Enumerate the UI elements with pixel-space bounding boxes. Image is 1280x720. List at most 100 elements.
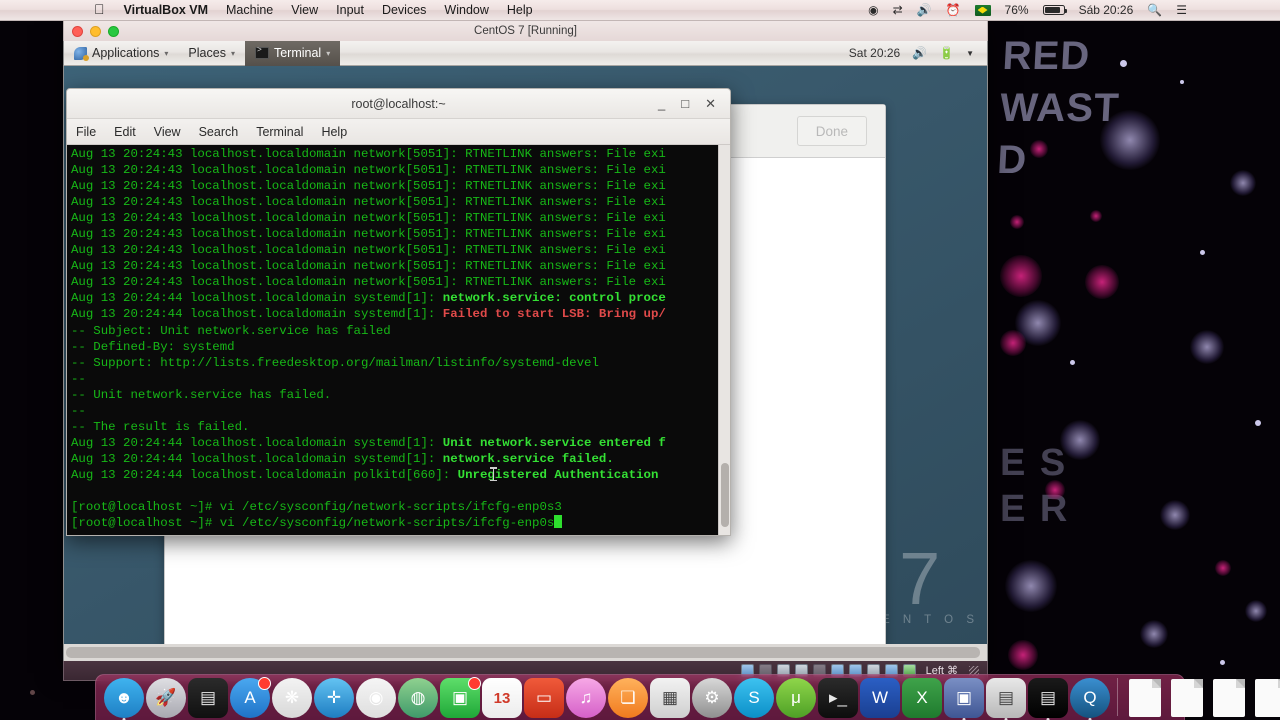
done-button[interactable]: Done — [796, 116, 867, 146]
dock-icon-document-2[interactable] — [1167, 678, 1207, 718]
brazil-flag-icon[interactable] — [968, 0, 998, 21]
terminal-text: Aug 13 20:24:44 localhost.localdomain po… — [71, 467, 458, 482]
terminal-menu-terminal[interactable]: Terminal — [247, 119, 312, 145]
dock-icon-microsoft-word[interactable]: W — [860, 678, 900, 718]
terminal-cursor — [554, 515, 563, 529]
terminal-scrollbar-thumb[interactable] — [721, 463, 729, 527]
dock-icon-virtualbox[interactable]: ▣ — [944, 678, 984, 720]
volume-icon[interactable]: 🔊 — [910, 0, 939, 21]
menu-help[interactable]: Help — [498, 0, 542, 21]
dock-icon-photo-booth[interactable]: ▦ — [650, 678, 690, 718]
airdrop-icon[interactable]: ⇄ — [886, 0, 910, 21]
dock-icon-app-store[interactable]: A — [230, 677, 271, 718]
wallpaper-pink-splat — [1085, 265, 1119, 299]
app-store-icon: A — [244, 688, 256, 707]
record-icon[interactable]: ◉ — [861, 0, 885, 21]
wallpaper-pink-splat — [1000, 330, 1026, 356]
wallpaper-pink-splat — [1010, 215, 1024, 229]
chevron-down-icon[interactable]: ▼ — [961, 49, 979, 58]
apple-logo-icon[interactable]:  — [80, 0, 115, 21]
terminal-line: -- Support: http://lists.freedesktop.org… — [71, 355, 730, 371]
terminal-menu-edit[interactable]: Edit — [105, 119, 145, 145]
text-cursor-icon — [490, 467, 497, 481]
terminal-title-bar[interactable]: root@localhost:~ _ □ ✕ — [67, 89, 730, 119]
dock-icon-calendar[interactable]: 13 — [482, 678, 522, 718]
dock-icon-facetime[interactable]: ▣ — [440, 677, 481, 718]
applications-label: Applications — [92, 46, 160, 60]
facetime-icon: ▣ — [451, 688, 469, 707]
dock-icon-system-preferences[interactable]: ⚙ — [692, 678, 732, 718]
terminal-text: -- The result is failed. — [71, 419, 250, 434]
notification-center-icon[interactable]: ☰ — [1169, 0, 1194, 21]
dock-icon-google-chrome[interactable]: ◉ — [356, 678, 396, 718]
dock-icon-maps[interactable]: ◍ — [398, 678, 438, 718]
wallpaper-glow — [1230, 170, 1256, 196]
maximize-button[interactable]: □ — [681, 97, 689, 110]
search-icon[interactable]: 🔍 — [1140, 0, 1169, 21]
vm-horizontal-scrollbar[interactable] — [63, 644, 988, 661]
dock-icon-skype[interactable]: S — [734, 678, 774, 718]
dock-icon-finder[interactable]: ☻ — [104, 678, 144, 720]
dock-icon-screen-sharing[interactable]: ▭ — [524, 678, 564, 718]
dock-icon-photos[interactable]: ❋ — [272, 678, 312, 718]
terminal-menu-bar: File Edit View Search Terminal Help — [67, 119, 730, 145]
chevron-down-icon: ▾ — [326, 48, 331, 58]
dock-icon-vm-window-2[interactable]: ▤ — [1028, 678, 1068, 720]
wallpaper-dot — [1200, 250, 1205, 255]
terminal-menu-file[interactable]: File — [67, 119, 105, 145]
dock-icon-folder-preview-1[interactable] — [1209, 678, 1249, 718]
virtualbox-icon: ▣ — [955, 688, 973, 707]
dock-icon-vm-window-1[interactable]: ▤ — [986, 678, 1026, 720]
dock-icon-launchpad[interactable]: 🚀 — [146, 678, 186, 718]
vm-window-1-icon: ▤ — [997, 688, 1015, 707]
vbox-title-bar[interactable]: CentOS 7 [Running] — [63, 20, 988, 41]
menu-devices[interactable]: Devices — [373, 0, 435, 21]
places-label: Places — [188, 46, 226, 60]
terminal-menu-search[interactable]: Search — [190, 119, 248, 145]
gnome-terminal-window-item[interactable]: Terminal ▾ — [244, 40, 341, 66]
wallpaper-glow — [1060, 420, 1100, 460]
menu-window[interactable]: Window — [435, 0, 497, 21]
minimize-button[interactable]: _ — [658, 97, 665, 110]
gnome-clock[interactable]: Sat 20:26 — [844, 46, 905, 60]
time-machine-icon[interactable]: ⏰ — [939, 0, 968, 21]
dock-icon-microsoft-excel[interactable]: X — [902, 678, 942, 718]
vm-horizontal-scrollbar-thumb[interactable] — [66, 647, 980, 658]
menu-view[interactable]: View — [282, 0, 327, 21]
battery-icon[interactable]: 🔋 — [934, 46, 959, 60]
dock-icon-terminal[interactable]: ▸_ — [818, 678, 858, 718]
menubar-clock[interactable]: Sáb 20:26 — [1072, 0, 1141, 21]
virtualbox-vm-window: CentOS 7 [Running] Applications ▾ Places… — [63, 20, 988, 681]
menu-machine[interactable]: Machine — [217, 0, 282, 21]
dock-icon-safari[interactable]: ✛ — [314, 678, 354, 718]
terminal-scrollbar[interactable] — [718, 145, 730, 535]
dock-icon-folder-preview-2[interactable] — [1251, 678, 1280, 718]
dock-icon-quicktime[interactable]: Q — [1070, 678, 1110, 720]
gnome-applications-menu[interactable]: Applications ▾ — [64, 41, 178, 66]
gnome-top-panel: Applications ▾ Places ▾ Terminal ▾ Sat 2… — [63, 40, 988, 66]
close-button[interactable]: ✕ — [705, 97, 716, 110]
volume-icon[interactable]: 🔊 — [907, 46, 932, 60]
mission-control-icon: ▤ — [199, 688, 217, 707]
terminal-line: Aug 13 20:24:43 localhost.localdomain ne… — [71, 226, 730, 242]
dock-icon-mission-control[interactable]: ▤ — [188, 678, 228, 718]
battery-icon[interactable] — [1036, 0, 1072, 21]
terminal-line: Aug 13 20:24:43 localhost.localdomain ne… — [71, 242, 730, 258]
terminal-text: network.service failed. — [442, 451, 614, 466]
terminal-line: Aug 13 20:24:44 localhost.localdomain sy… — [71, 306, 730, 322]
dock-icon-utorrent[interactable]: μ — [776, 678, 816, 718]
menu-virtualbox-vm[interactable]: VirtualBox VM — [115, 0, 218, 21]
wallpaper-glow — [1190, 330, 1224, 364]
menu-input[interactable]: Input — [327, 0, 373, 21]
gnome-places-menu[interactable]: Places ▾ — [178, 41, 245, 66]
terminal-line: -- — [71, 371, 730, 387]
terminal-output-area[interactable]: Aug 13 20:24:43 localhost.localdomain ne… — [67, 145, 730, 535]
terminal-menu-help[interactable]: Help — [312, 119, 356, 145]
terminal-menu-view[interactable]: View — [145, 119, 190, 145]
dock-icon-itunes[interactable]: ♫ — [566, 678, 606, 718]
dock-icon-ibooks[interactable]: ❏ — [608, 678, 648, 718]
terminal-window[interactable]: root@localhost:~ _ □ ✕ File Edit View Se… — [66, 88, 731, 536]
wallpaper-pink-splat — [1030, 140, 1048, 158]
dock-icon-document-1[interactable] — [1125, 678, 1165, 718]
terminal-line: Aug 13 20:24:43 localhost.localdomain ne… — [71, 194, 730, 210]
